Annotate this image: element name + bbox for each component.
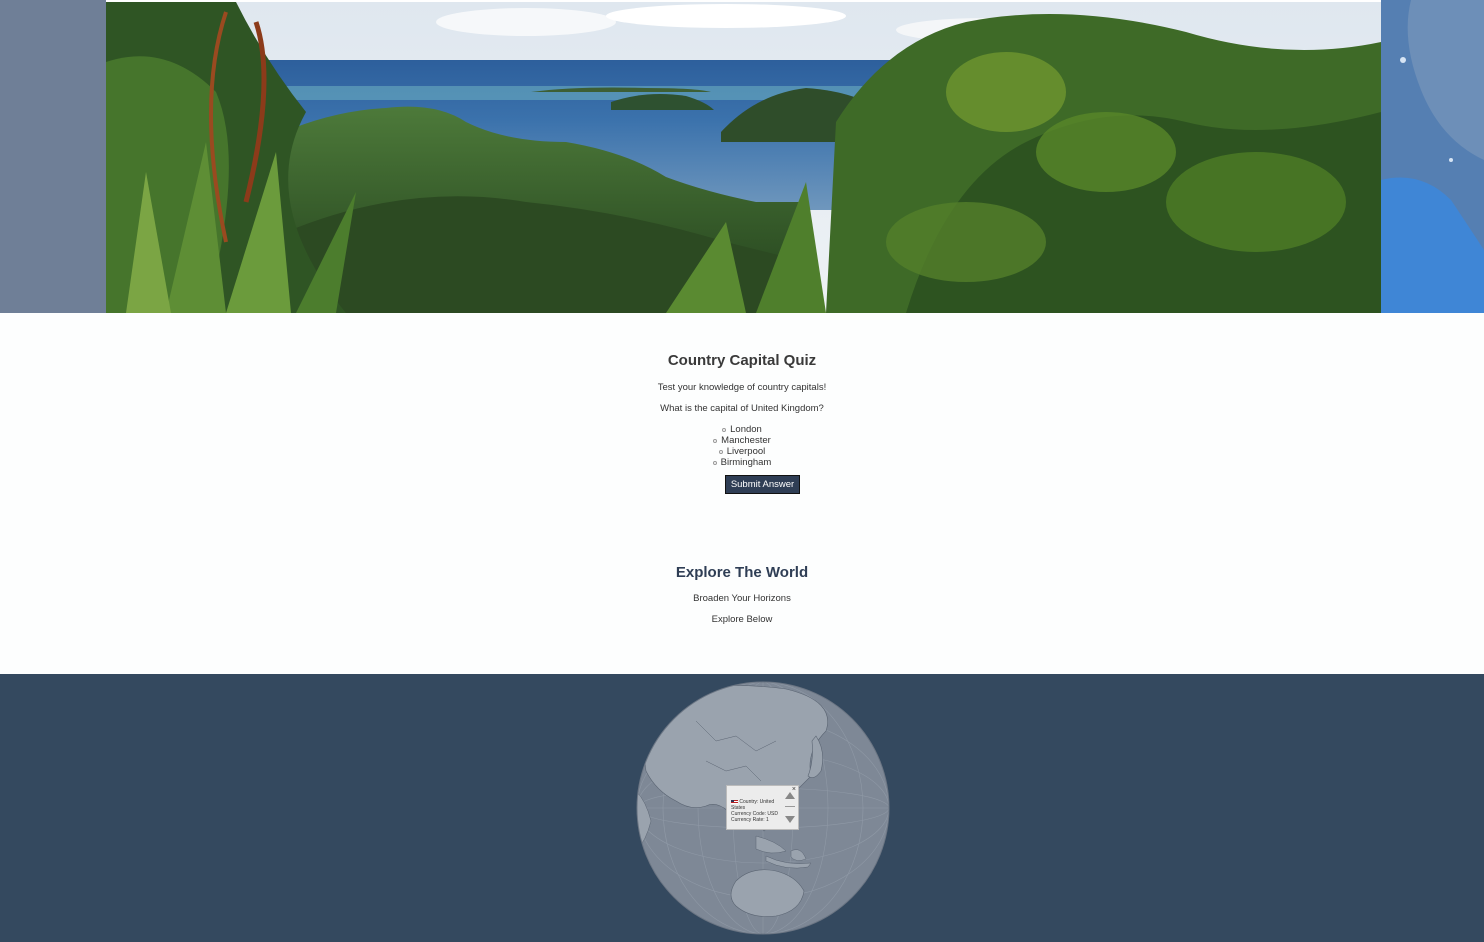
- hero-landscape-image: [106, 2, 1381, 313]
- popup-currency-rate-line: Currency Rate: 1: [731, 817, 769, 823]
- explore-section: Explore The World Broaden Your Horizons …: [0, 540, 1484, 674]
- quiz-section: Country Capital Quiz Test your knowledge…: [0, 313, 1484, 523]
- explore-title: Explore The World: [675, 564, 809, 581]
- hero-left-panel: [0, 0, 106, 313]
- radio-button[interactable]: [713, 438, 718, 443]
- triangle-up-icon[interactable]: [785, 792, 795, 799]
- option-label: Birmingham: [720, 457, 772, 468]
- quiz-subtitle: Test your knowledge of country capitals!: [657, 382, 827, 393]
- popup-country-line: Country: United States: [731, 799, 775, 811]
- quiz-options: London Manchester Liverpool Birmingham: [0, 424, 1484, 468]
- quiz-question: What is the capital of United Kingdom?: [660, 403, 824, 414]
- triangle-down-icon[interactable]: [785, 816, 795, 823]
- option-label: London: [730, 424, 762, 435]
- submit-answer-button[interactable]: Submit Answer: [725, 475, 800, 494]
- country-info-popup: × Country: United States Currency Code: …: [726, 785, 799, 830]
- explore-tagline: Broaden Your Horizons: [693, 593, 791, 604]
- radio-button[interactable]: [722, 427, 727, 432]
- popup-scrollbar[interactable]: [784, 792, 796, 828]
- scroll-track: [785, 806, 795, 807]
- hero-banner: [0, 0, 1484, 313]
- quiz-title: Country Capital Quiz: [667, 352, 817, 369]
- explore-cta: Explore Below: [711, 614, 773, 625]
- option-manchester[interactable]: Manchester: [0, 435, 1484, 446]
- option-label: Manchester: [721, 435, 771, 446]
- radio-button[interactable]: [718, 449, 723, 454]
- radio-button[interactable]: [712, 460, 717, 465]
- option-liverpool[interactable]: Liverpool: [0, 446, 1484, 457]
- us-flag-icon: [731, 799, 738, 804]
- popup-content: Country: United States Currency Code: US…: [731, 799, 783, 829]
- option-label: Liverpool: [726, 446, 766, 457]
- option-london[interactable]: London: [0, 424, 1484, 435]
- hero-right-map-panel: [1381, 0, 1484, 313]
- option-birmingham[interactable]: Birmingham: [0, 457, 1484, 468]
